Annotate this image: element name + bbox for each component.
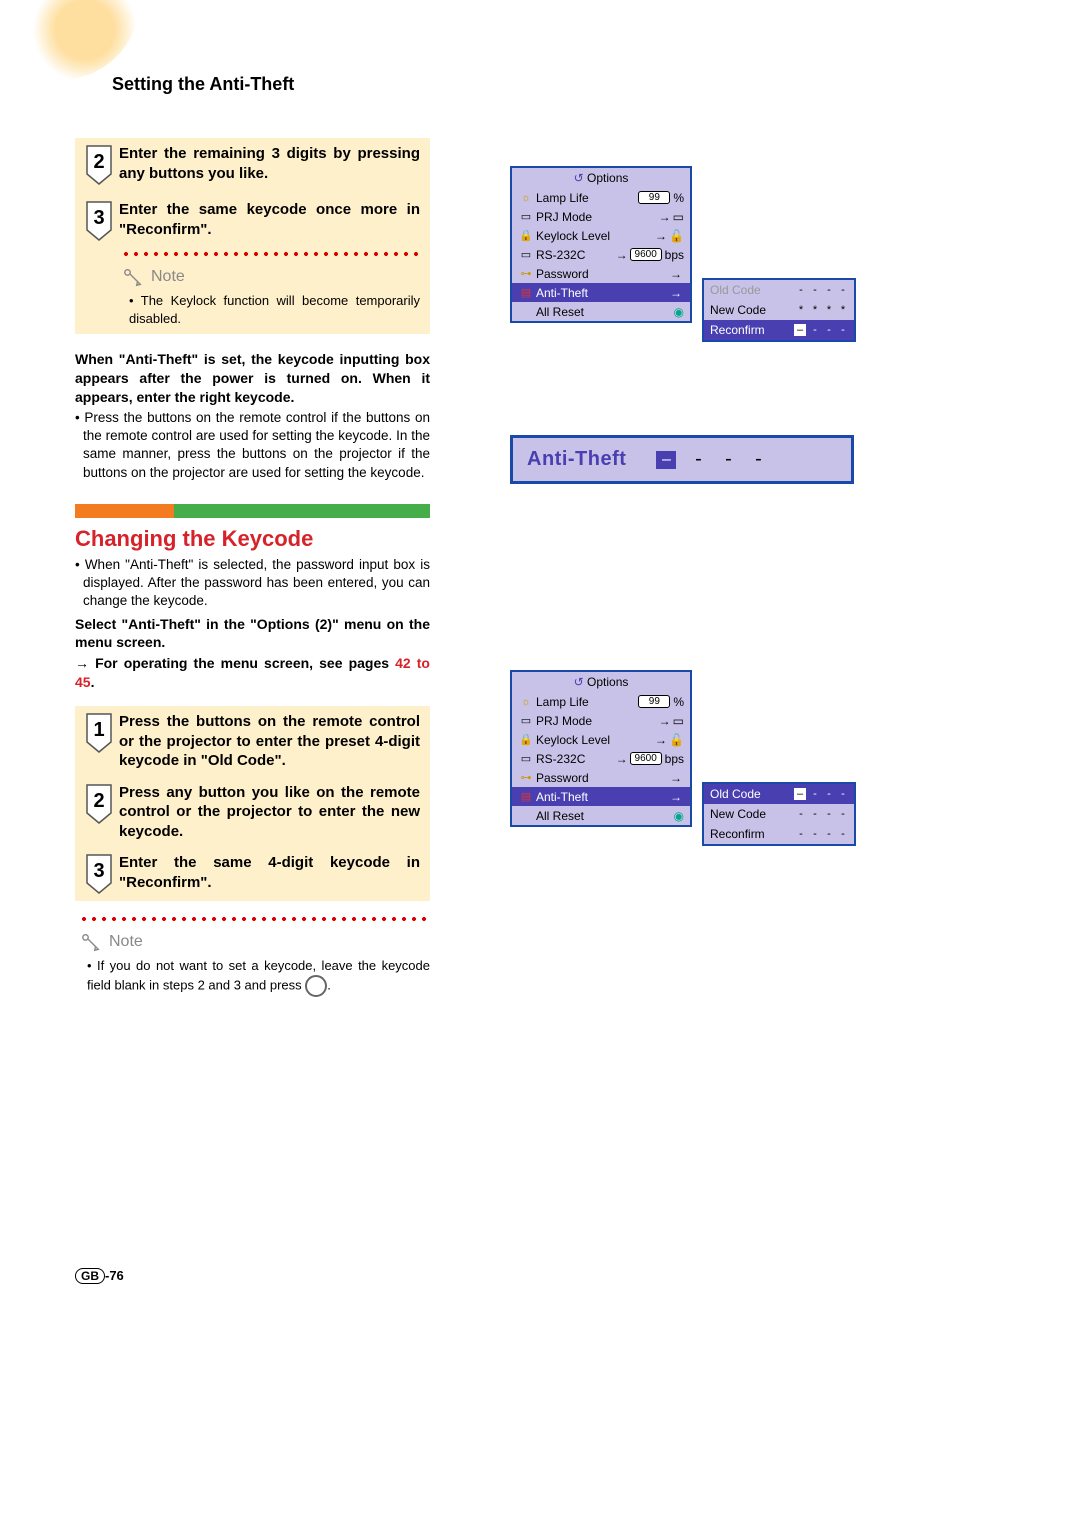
- note-1-body: • The Keylock function will become tempo…: [129, 292, 420, 328]
- osd-row-rs232c-2: ▭ RS-232C → 9600 bps: [512, 749, 690, 768]
- osd-row-anti-theft: ▤ Anti-Theft →: [512, 283, 690, 302]
- osd-row-lamp-2: ☼ Lamp Life 99 %: [512, 692, 690, 711]
- osd-title: ↺ Options: [512, 168, 690, 188]
- osd-row-keylock-2: 🔒 Keylock Level →🔓: [512, 730, 690, 749]
- port-icon: ▭: [518, 248, 534, 261]
- osd-options-panel-1: ↺ Options ☼ Lamp Life 99 % ▭ PRJ Mode →▭…: [510, 166, 692, 323]
- osd-row-all-reset: All Reset ◉: [512, 302, 690, 321]
- unlock-icon: 🔓: [669, 229, 684, 243]
- page-number: GB-76: [75, 1268, 124, 1284]
- decorative-arc: [30, 0, 140, 80]
- unlock-icon: 🔓: [669, 733, 684, 747]
- osd-row-password: ⊶ Password →: [512, 264, 690, 283]
- step-b3-text: Enter the same 4-digit keycode in "Recon…: [119, 853, 420, 892]
- section-title: Setting the Anti-Theft: [112, 74, 294, 95]
- port-icon: ▭: [518, 752, 534, 765]
- reconfirm-row-2: Reconfirm ----: [704, 824, 854, 844]
- svg-text:3: 3: [93, 207, 104, 229]
- reconfirm-row: Reconfirm –---: [704, 320, 854, 340]
- screen-icon: ▭: [518, 210, 534, 223]
- screen-icon: ▭: [518, 714, 534, 727]
- pen-icon: [121, 266, 145, 288]
- enter-button-icon: [305, 975, 327, 997]
- osd-row-prj-2: ▭ PRJ Mode →▭: [512, 711, 690, 730]
- operating-line: → For operating the menu screen, see pag…: [75, 654, 430, 692]
- pen-icon: [79, 931, 103, 953]
- section-divider: [75, 504, 430, 518]
- osd-row-all-reset-2: All Reset ◉: [512, 806, 690, 825]
- new-code-row: New Code ****: [704, 300, 854, 320]
- osd-row-password-2: ⊶ Password →: [512, 768, 690, 787]
- osd-title-2: ↺ Options: [512, 672, 690, 692]
- step-block-b: 1 Press the buttons on the remote contro…: [75, 706, 430, 901]
- step-number-3b: 3: [85, 853, 113, 895]
- step-number-2: 2: [85, 144, 113, 186]
- osd-row-lamp: ☼ Lamp Life 99 %: [512, 188, 690, 207]
- step-number-1b: 1: [85, 712, 113, 754]
- note-header-2: Note: [79, 931, 430, 953]
- step-2-text: Enter the remaining 3 digits by pressing…: [119, 144, 420, 183]
- reset-icon: ◉: [674, 305, 684, 319]
- step-b1-text: Press the buttons on the remote control …: [119, 712, 420, 771]
- old-code-row-2: Old Code –---: [704, 784, 854, 804]
- reset-icon: ◉: [674, 809, 684, 823]
- changing-heading: Changing the Keycode: [75, 526, 430, 552]
- lamp-icon: ☼: [518, 696, 534, 708]
- svg-text:1: 1: [93, 719, 104, 741]
- when-set-heading: When "Anti-Theft" is set, the keycode in…: [75, 350, 430, 407]
- lock-icon: 🔒: [518, 229, 534, 242]
- theft-icon: ▤: [518, 790, 534, 803]
- step-b2-text: Press any button you like on the remote …: [119, 783, 420, 842]
- step-number-2b: 2: [85, 783, 113, 825]
- lamp-icon: ☼: [518, 192, 534, 204]
- code-panel-2: Old Code –--- New Code ---- Reconfirm --…: [702, 782, 856, 846]
- osd-row-anti-theft-2: ▤ Anti-Theft →: [512, 787, 690, 806]
- changing-intro: • When "Anti-Theft" is selected, the pas…: [75, 556, 430, 611]
- osd-row-prj: ▭ PRJ Mode →▭: [512, 207, 690, 226]
- step-number-3: 3: [85, 200, 113, 242]
- code-panel-1: Old Code ---- New Code **** Reconfirm –-…: [702, 278, 856, 342]
- select-line: Select "Anti-Theft" in the "Options (2)"…: [75, 615, 430, 653]
- svg-text:3: 3: [93, 860, 104, 882]
- osd-row-rs232c: ▭ RS-232C → 9600 bps: [512, 245, 690, 264]
- display-icon: ▭: [673, 210, 684, 224]
- display-icon: ▭: [673, 714, 684, 728]
- step-3-text: Enter the same keycode once more in "Rec…: [119, 200, 420, 239]
- osd-row-keylock: 🔒 Keylock Level →🔓: [512, 226, 690, 245]
- svg-text:2: 2: [93, 151, 104, 173]
- theft-icon: ▤: [518, 286, 534, 299]
- osd-options-panel-2: ↺ Options ☼ Lamp Life 99 % ▭ PRJ Mode →▭…: [510, 670, 692, 827]
- old-code-row: Old Code ----: [704, 280, 854, 300]
- when-set-bullet: • Press the buttons on the remote contro…: [75, 409, 430, 482]
- key-icon: ⊶: [518, 771, 534, 784]
- note-2-body: • If you do not want to set a keycode, l…: [87, 957, 430, 997]
- svg-text:2: 2: [93, 790, 104, 812]
- new-code-row-2: New Code ----: [704, 804, 854, 824]
- note-header-1: Note: [121, 266, 420, 288]
- lock-icon: 🔒: [518, 733, 534, 746]
- step-block-a: 2 Enter the remaining 3 digits by pressi…: [75, 138, 430, 334]
- key-icon: ⊶: [518, 267, 534, 280]
- anti-theft-input-box: Anti-Theft – - - -: [510, 435, 854, 484]
